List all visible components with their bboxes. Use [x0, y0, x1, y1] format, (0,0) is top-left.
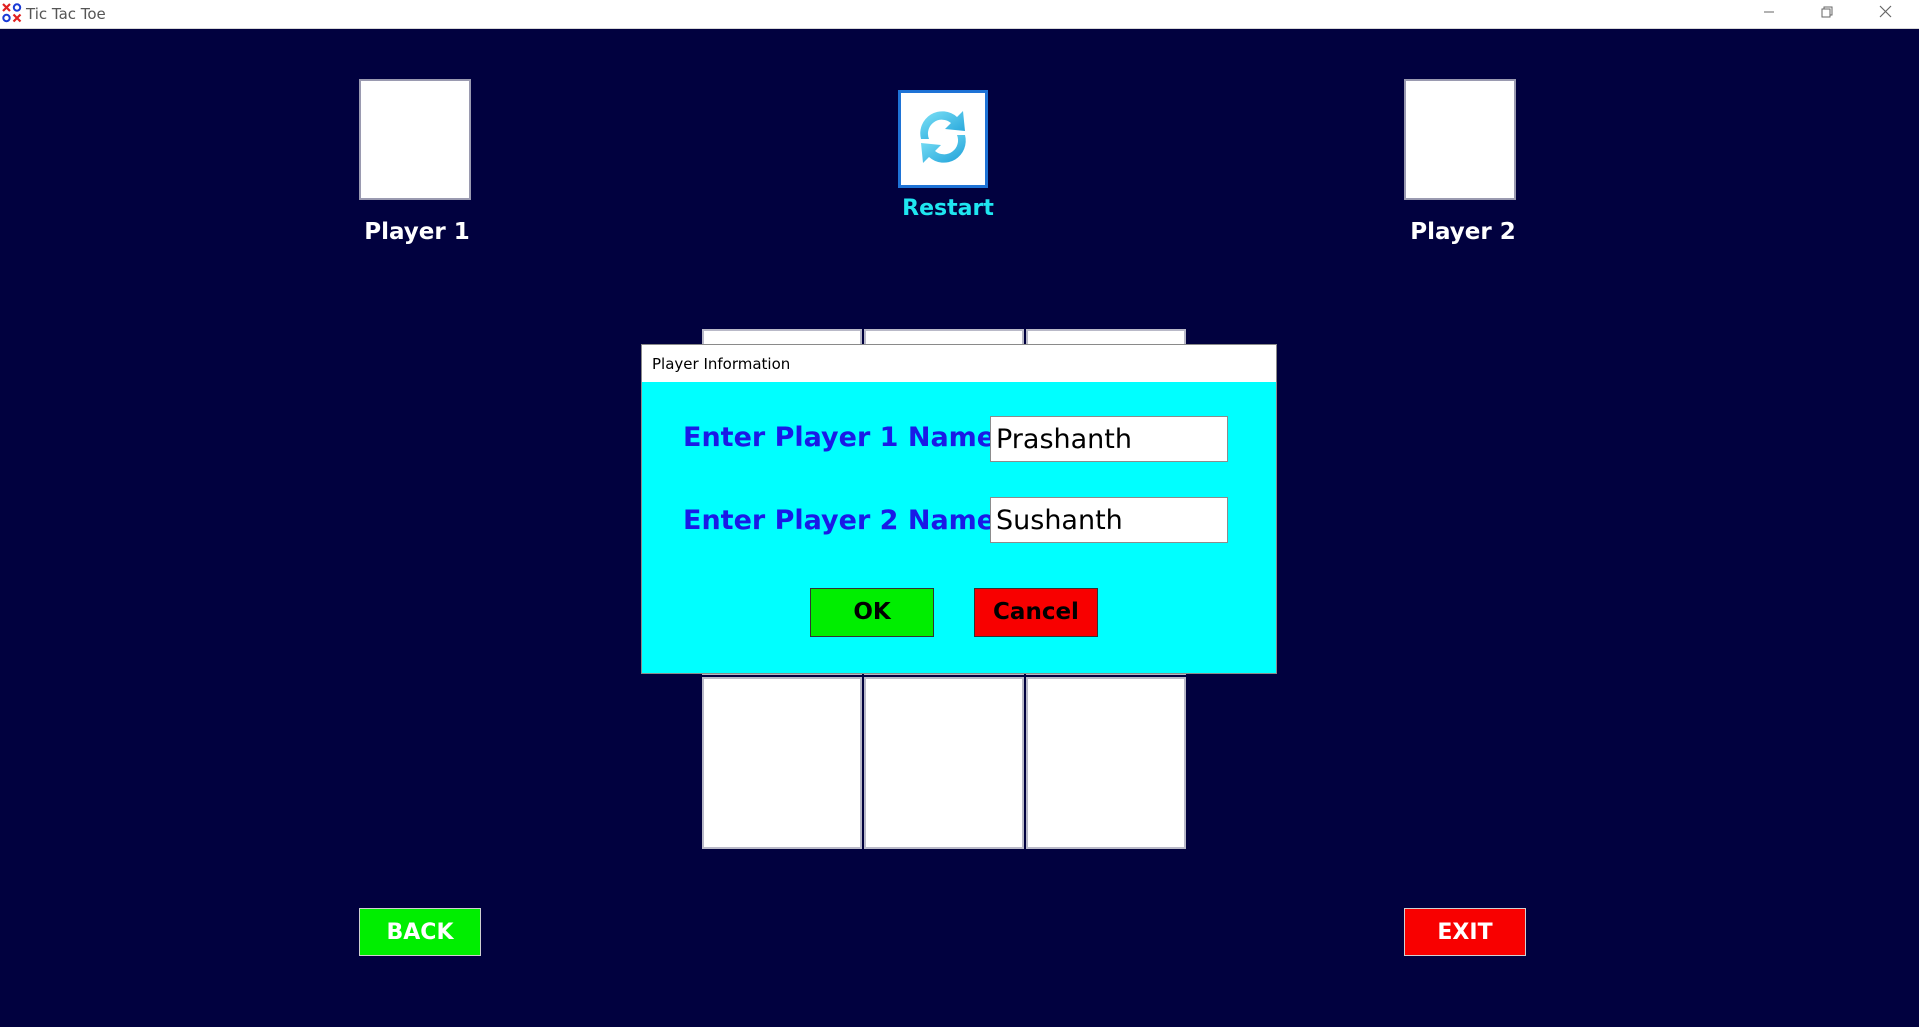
restart-label: Restart — [902, 196, 994, 221]
restore-icon — [1821, 5, 1833, 23]
minimize-button[interactable] — [1740, 0, 1798, 28]
back-button[interactable]: BACK — [359, 908, 481, 956]
restore-button[interactable] — [1798, 0, 1856, 28]
window-titlebar: Tic Tac Toe — [0, 0, 1919, 29]
restart-button[interactable] — [898, 90, 988, 188]
close-icon — [1879, 5, 1892, 23]
dialog-titlebar: Player Information — [642, 345, 1276, 382]
board-cell[interactable] — [1026, 677, 1186, 849]
board-cell[interactable] — [864, 677, 1024, 849]
dialog-title: Player Information — [652, 355, 791, 373]
player2-label: Player 2 — [1410, 219, 1516, 245]
cancel-button[interactable]: Cancel — [974, 588, 1098, 637]
player1-label: Player 1 — [364, 219, 470, 245]
player-information-dialog: Player Information Enter Player 1 Name E… — [642, 345, 1276, 673]
board-cell[interactable] — [702, 677, 862, 849]
player1-name-input[interactable] — [990, 416, 1228, 462]
player2-name-input[interactable] — [990, 497, 1228, 543]
ok-button[interactable]: OK — [810, 588, 934, 637]
tic-tac-toe-app-icon — [2, 3, 22, 23]
exit-button[interactable]: EXIT — [1404, 908, 1526, 956]
close-button[interactable] — [1856, 0, 1914, 28]
player1-symbol-box — [359, 79, 471, 200]
window-title: Tic Tac Toe — [26, 5, 106, 23]
player2-symbol-box — [1404, 79, 1516, 200]
minimize-icon — [1763, 5, 1775, 23]
refresh-icon — [911, 101, 975, 178]
player2-name-label: Enter Player 2 Name — [683, 505, 996, 536]
player1-name-label: Enter Player 1 Name — [683, 422, 996, 453]
